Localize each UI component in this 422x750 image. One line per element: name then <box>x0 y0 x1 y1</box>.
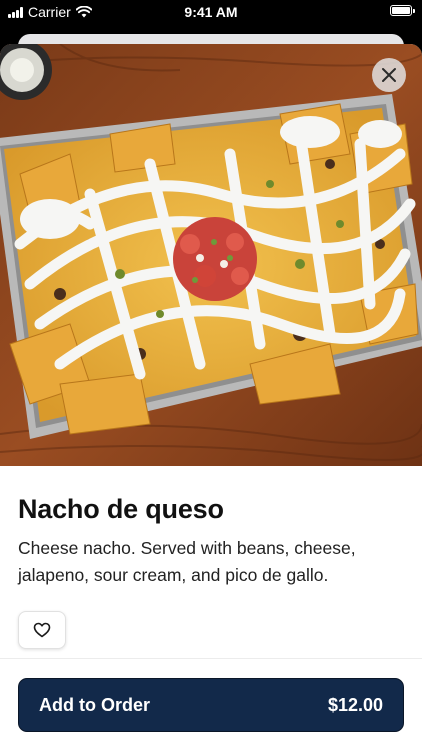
add-to-order-label: Add to Order <box>39 694 150 715</box>
screen: Carrier 9:41 AM Nacho de queso Cheese na… <box>0 0 422 750</box>
close-button[interactable] <box>372 58 406 92</box>
divider <box>0 658 422 659</box>
close-icon <box>382 68 396 82</box>
item-price: $12.00 <box>327 694 383 715</box>
item-title: Nacho de queso <box>18 494 224 524</box>
item-photo <box>0 44 422 466</box>
status-time: 9:41 AM <box>184 4 238 20</box>
item-detail-sheet: Nacho de queso Cheese nacho. Served with… <box>0 44 422 750</box>
add-to-order-button[interactable]: Add to Order $12.00 <box>18 678 404 732</box>
item-description: Cheese nacho. Served with beans, cheese,… <box>18 538 356 585</box>
heart-outline-icon <box>33 622 51 638</box>
favorite-button[interactable] <box>18 611 66 649</box>
status-bar: Carrier 9:41 AM <box>0 0 422 26</box>
battery-icon <box>390 5 415 16</box>
